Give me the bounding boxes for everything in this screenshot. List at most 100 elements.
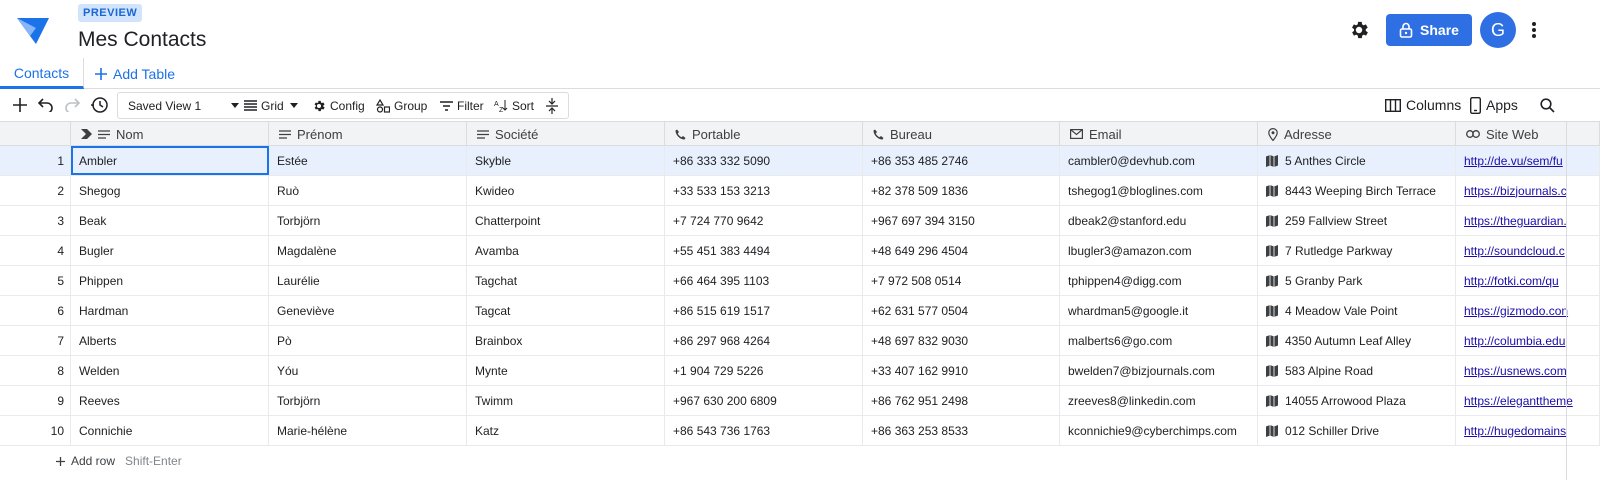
settings-button[interactable] bbox=[1345, 16, 1373, 44]
row-number[interactable]: 3 bbox=[0, 206, 71, 235]
add-row-button[interactable]: Add row Shift-Enter bbox=[0, 446, 1600, 476]
column-header-adresse[interactable]: Adresse bbox=[1258, 122, 1456, 146]
website-link[interactable]: https://usnews.com bbox=[1464, 364, 1567, 378]
website-link[interactable]: https://eleganttheme bbox=[1464, 394, 1573, 408]
cell-email[interactable]: tphippen4@digg.com bbox=[1060, 266, 1258, 295]
cell-bureau[interactable]: +86 353 485 2746 bbox=[863, 146, 1060, 175]
cell-portable[interactable]: +86 333 332 5090 bbox=[665, 146, 863, 175]
table-row[interactable]: 8 Welden Yóu Mynte +1 904 729 5226 +33 407 16… bbox=[0, 356, 1600, 386]
website-link[interactable]: https://bizjournals.c bbox=[1464, 184, 1567, 198]
cell-societe[interactable]: Kwideo bbox=[467, 176, 665, 205]
cell-bureau[interactable]: +967 697 394 3150 bbox=[863, 206, 1060, 235]
cell-nom[interactable]: Shegog bbox=[71, 176, 269, 205]
cell-prenom[interactable]: Estée bbox=[269, 146, 467, 175]
more-button[interactable] bbox=[1524, 16, 1544, 44]
cell-nom[interactable]: Hardman bbox=[71, 296, 269, 325]
cell-societe[interactable]: Skyble bbox=[467, 146, 665, 175]
config-button[interactable]: Config bbox=[312, 93, 365, 118]
cell-nom[interactable]: Reeves bbox=[71, 386, 269, 415]
row-number[interactable]: 8 bbox=[0, 356, 71, 385]
cell-nom[interactable]: Connichie bbox=[71, 416, 269, 445]
cell-email[interactable]: kconnichie9@cyberchimps.com bbox=[1060, 416, 1258, 445]
map-icon[interactable] bbox=[1266, 274, 1278, 287]
cell-site[interactable]: http://hugedomains bbox=[1456, 416, 1600, 445]
add-table-button[interactable]: Add Table bbox=[95, 58, 175, 89]
cell-bureau[interactable]: +48 649 296 4504 bbox=[863, 236, 1060, 265]
column-header-email[interactable]: Email bbox=[1060, 122, 1258, 146]
cell-portable[interactable]: +86 543 736 1763 bbox=[665, 416, 863, 445]
cell-nom[interactable]: Alberts bbox=[71, 326, 269, 355]
column-header-portable[interactable]: Portable bbox=[665, 122, 863, 146]
column-header-bureau[interactable]: Bureau bbox=[863, 122, 1060, 146]
table-row[interactable]: 2 Shegog Ruò Kwideo +33 533 153 3213 +82 378 … bbox=[0, 176, 1600, 206]
app-logo-icon[interactable] bbox=[16, 14, 50, 46]
table-row[interactable]: 7 Alberts Pò Brainbox +86 297 968 4264 +48 69… bbox=[0, 326, 1600, 356]
cell-prenom[interactable]: Torbjörn bbox=[269, 206, 467, 235]
cell-prenom[interactable]: Yóu bbox=[269, 356, 467, 385]
cell-bureau[interactable]: +48 697 832 9030 bbox=[863, 326, 1060, 355]
cell-site[interactable]: https://theguardian. bbox=[1456, 206, 1600, 235]
cell-adresse[interactable]: 7 Rutledge Parkway bbox=[1258, 236, 1456, 265]
avatar[interactable]: G bbox=[1480, 12, 1516, 48]
cell-email[interactable]: dbeak2@stanford.edu bbox=[1060, 206, 1258, 235]
table-row[interactable]: 4 Bugler Magdalène Avamba +55 451 383 4494 +4… bbox=[0, 236, 1600, 266]
tab-contacts[interactable]: Contacts bbox=[0, 58, 84, 89]
cell-nom[interactable]: Bugler bbox=[71, 236, 269, 265]
cell-societe[interactable]: Chatterpoint bbox=[467, 206, 665, 235]
website-link[interactable]: https://theguardian. bbox=[1464, 214, 1567, 228]
cell-adresse[interactable]: 012 Schiller Drive bbox=[1258, 416, 1456, 445]
cell-portable[interactable]: +55 451 383 4494 bbox=[665, 236, 863, 265]
cell-portable[interactable]: +7 724 770 9642 bbox=[665, 206, 863, 235]
cell-email[interactable]: malberts6@go.com bbox=[1060, 326, 1258, 355]
page-title[interactable]: Mes Contacts bbox=[78, 28, 206, 52]
cell-nom[interactable]: Ambler bbox=[71, 146, 269, 175]
cell-societe[interactable]: Tagchat bbox=[467, 266, 665, 295]
cell-email[interactable]: whardman5@google.it bbox=[1060, 296, 1258, 325]
map-icon[interactable] bbox=[1266, 364, 1278, 377]
map-icon[interactable] bbox=[1266, 154, 1278, 167]
cell-adresse[interactable]: 4350 Autumn Leaf Alley bbox=[1258, 326, 1456, 355]
website-link[interactable]: http://hugedomains bbox=[1464, 424, 1566, 438]
cell-email[interactable]: tshegog1@bloglines.com bbox=[1060, 176, 1258, 205]
cell-portable[interactable]: +86 515 619 1517 bbox=[665, 296, 863, 325]
undo-button[interactable] bbox=[36, 95, 56, 115]
map-icon[interactable] bbox=[1266, 424, 1278, 437]
row-number[interactable]: 7 bbox=[0, 326, 71, 355]
cell-email[interactable]: lbugler3@amazon.com bbox=[1060, 236, 1258, 265]
website-link[interactable]: http://columbia.edu bbox=[1464, 334, 1565, 348]
column-header-nom[interactable]: Nom bbox=[71, 122, 269, 146]
website-link[interactable]: https://gizmodo.con bbox=[1464, 304, 1568, 318]
cell-adresse[interactable]: 5 Granby Park bbox=[1258, 266, 1456, 295]
website-link[interactable]: http://fotki.com/qu bbox=[1464, 274, 1559, 288]
row-height-button[interactable] bbox=[546, 93, 558, 118]
cell-societe[interactable]: Twimm bbox=[467, 386, 665, 415]
saved-view-select[interactable]: Saved View 1 bbox=[128, 93, 240, 118]
cell-nom[interactable]: Welden bbox=[71, 356, 269, 385]
cell-bureau[interactable]: +33 407 162 9910 bbox=[863, 356, 1060, 385]
row-number[interactable]: 9 bbox=[0, 386, 71, 415]
table-row[interactable]: 10 Connichie Marie-hélène Katz +86 543 736 1… bbox=[0, 416, 1600, 446]
column-header-prenom[interactable]: Prénom bbox=[269, 122, 467, 146]
sort-button[interactable]: AZ Sort bbox=[494, 93, 534, 118]
website-link[interactable]: http://soundcloud.c bbox=[1464, 244, 1565, 258]
cell-site[interactable]: http://columbia.edu bbox=[1456, 326, 1600, 355]
columns-button[interactable]: Columns bbox=[1385, 95, 1461, 115]
website-link[interactable]: http://de.vu/sem/fu bbox=[1464, 154, 1563, 168]
cell-adresse[interactable]: 583 Alpine Road bbox=[1258, 356, 1456, 385]
add-record-button[interactable] bbox=[10, 95, 30, 115]
row-number[interactable]: 4 bbox=[0, 236, 71, 265]
column-header-site-web[interactable]: Site Web bbox=[1456, 122, 1600, 146]
map-icon[interactable] bbox=[1266, 184, 1278, 197]
cell-portable[interactable]: +66 464 395 1103 bbox=[665, 266, 863, 295]
cell-bureau[interactable]: +62 631 577 0504 bbox=[863, 296, 1060, 325]
group-button[interactable]: Group bbox=[376, 93, 427, 118]
apps-button[interactable]: Apps bbox=[1470, 95, 1518, 115]
cell-site[interactable]: https://usnews.com bbox=[1456, 356, 1600, 385]
grid-view-select[interactable]: Grid bbox=[244, 93, 298, 118]
cell-prenom[interactable]: Torbjörn bbox=[269, 386, 467, 415]
map-icon[interactable] bbox=[1266, 304, 1278, 317]
cell-prenom[interactable]: Ruò bbox=[269, 176, 467, 205]
cell-email[interactable]: zreeves8@linkedin.com bbox=[1060, 386, 1258, 415]
cell-site[interactable]: https://eleganttheme bbox=[1456, 386, 1600, 415]
cell-portable[interactable]: +1 904 729 5226 bbox=[665, 356, 863, 385]
